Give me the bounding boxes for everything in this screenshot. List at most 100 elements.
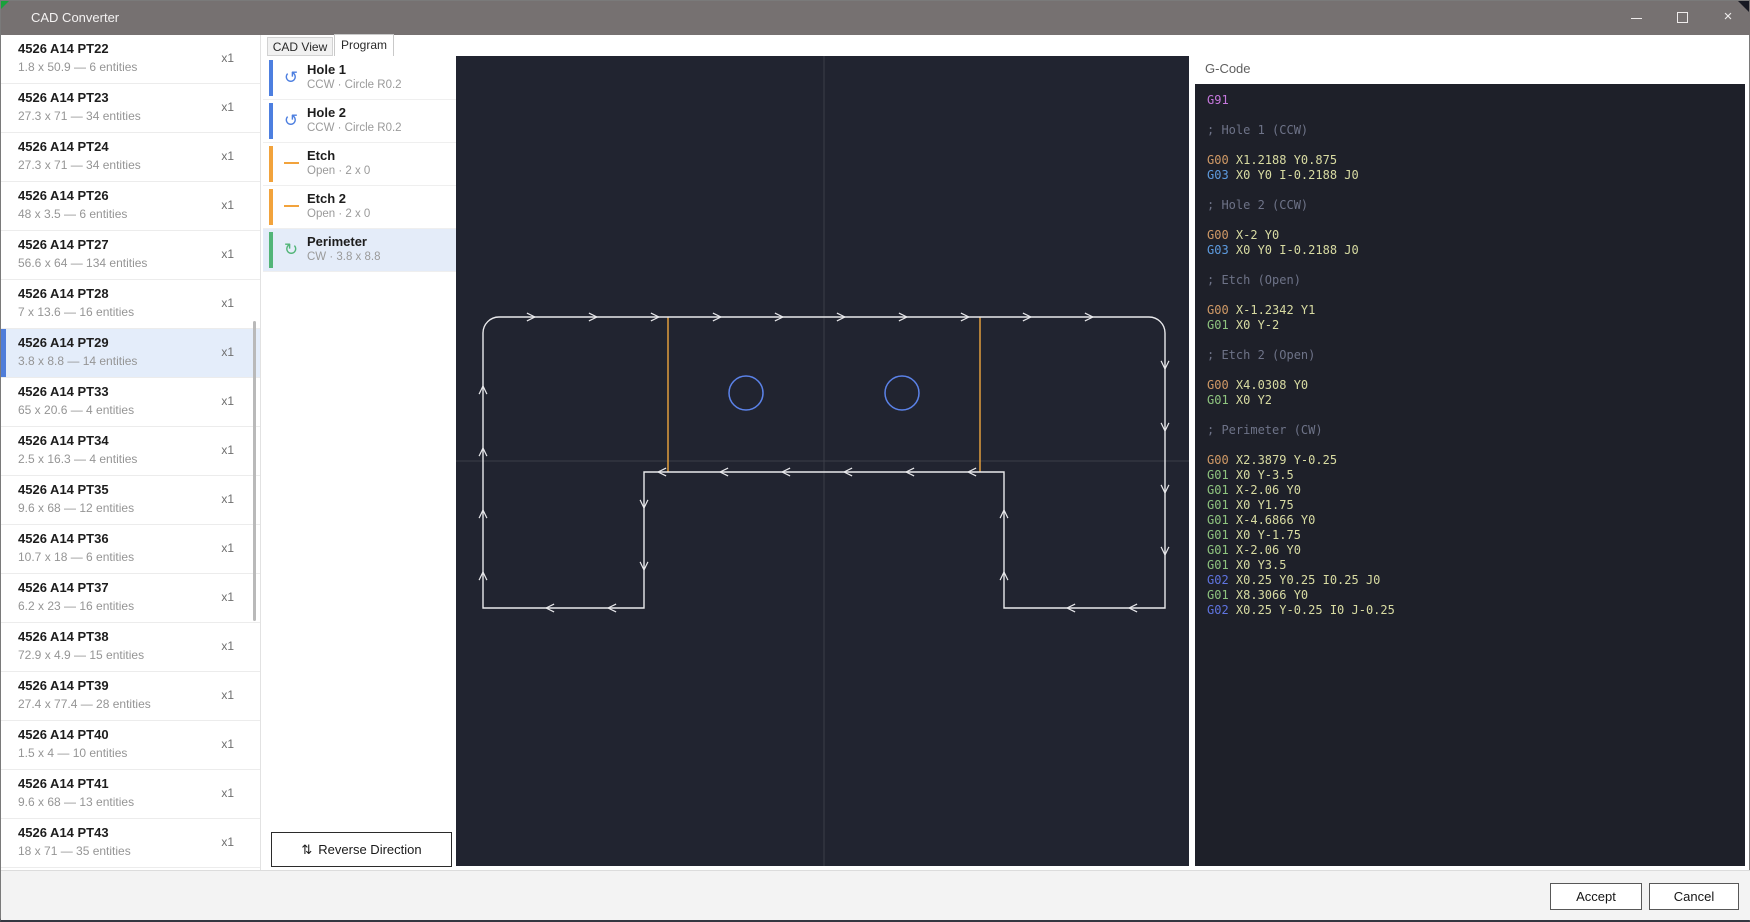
- maximize-icon: [1677, 12, 1688, 23]
- part-list-item[interactable]: 4526 A14 PT221.8 x 50.9 — 6 entitiesx1: [1, 35, 260, 84]
- gcode-line: G01 X0 Y3.5: [1207, 558, 1745, 573]
- selection-bar: [1, 35, 6, 83]
- part-list-item[interactable]: 4526 A14 PT401.5 x 4 — 10 entitiesx1: [1, 721, 260, 770]
- operation-item[interactable]: ↺Hole 1CCW · Circle R0.2: [263, 57, 456, 100]
- part-list-item[interactable]: 4526 A14 PT2327.3 x 71 — 34 entitiesx1: [1, 84, 260, 133]
- part-dims: 9.6 x 68 — 12 entities: [18, 501, 134, 515]
- part-list-item[interactable]: 4526 A14 PT419.6 x 68 — 13 entitiesx1: [1, 770, 260, 819]
- gcode-line: [1207, 213, 1745, 228]
- part-name: 4526 A14 PT35: [18, 482, 109, 497]
- parts-scrollbar[interactable]: [253, 321, 256, 621]
- part-count-badge: x1: [221, 639, 234, 653]
- gcode-line: [1207, 333, 1745, 348]
- part-dims: 6.2 x 23 — 16 entities: [18, 599, 134, 613]
- part-dims: 2.5 x 16.3 — 4 entities: [18, 452, 137, 466]
- part-dims: 1.8 x 50.9 — 6 entities: [18, 60, 137, 74]
- operation-item[interactable]: ↻PerimeterCW · 3.8 x 8.8: [263, 229, 456, 272]
- operation-item[interactable]: ↺Hole 2CCW · Circle R0.2: [263, 100, 456, 143]
- part-list-item[interactable]: 4526 A14 PT4318 x 71 — 35 entitiesx1: [1, 819, 260, 868]
- etch-line-icon: [281, 152, 301, 176]
- part-list-item[interactable]: 4526 A14 PT376.2 x 23 — 16 entitiesx1: [1, 574, 260, 623]
- selection-bar: [1, 672, 6, 720]
- part-name: 4526 A14 PT34: [18, 433, 109, 448]
- part-name: 4526 A14 PT23: [18, 90, 109, 105]
- gcode-line: G01 X0 Y1.75: [1207, 498, 1745, 513]
- reverse-direction-label: Reverse Direction: [318, 842, 421, 857]
- part-list-item[interactable]: 4526 A14 PT3610.7 x 18 — 6 entitiesx1: [1, 525, 260, 574]
- maximize-button[interactable]: [1659, 1, 1705, 35]
- part-dims: 10.7 x 18 — 6 entities: [18, 550, 134, 564]
- part-list-item[interactable]: 4526 A14 PT2756.6 x 64 — 134 entitiesx1: [1, 231, 260, 280]
- part-list-item[interactable]: 4526 A14 PT2427.3 x 71 — 34 entitiesx1: [1, 133, 260, 182]
- operation-item[interactable]: Etch 2Open · 2 x 0: [263, 186, 456, 229]
- gcode-line: G00 X2.3879 Y-0.25: [1207, 453, 1745, 468]
- part-list-item[interactable]: 4526 A14 PT34 2.5 x 16.3 — 4 entities x1: [1, 427, 260, 476]
- selection-bar: [1, 182, 6, 230]
- cad-canvas[interactable]: [456, 56, 1189, 866]
- gcode-line: [1207, 438, 1745, 453]
- part-count-badge: x1: [221, 443, 234, 457]
- gcode-line: G00 X1.2188 Y0.875: [1207, 153, 1745, 168]
- gcode-line: [1207, 363, 1745, 378]
- gcode-line: G01 X0 Y-3.5: [1207, 468, 1745, 483]
- program-panel: CAD View Program ↺Hole 1CCW · Circle R0.…: [263, 35, 456, 870]
- part-name: 4526 A14 PT29: [18, 335, 109, 350]
- part-name: 4526 A14 PT37: [18, 580, 109, 595]
- part-list-item[interactable]: 4526 A14 PT3872.9 x 4.9 — 15 entitiesx1: [1, 623, 260, 672]
- part-count-badge: x1: [221, 296, 234, 310]
- part-count-badge: x1: [221, 345, 234, 359]
- part-count-badge: x1: [221, 541, 234, 555]
- tab-cad-view[interactable]: CAD View: [267, 37, 333, 56]
- part-list-item[interactable]: 4526 A14 PT293.8 x 8.8 — 14 entitiesx1: [1, 329, 260, 378]
- gcode-line: G01 X-4.6866 Y0: [1207, 513, 1745, 528]
- part-count-badge: x1: [221, 247, 234, 261]
- operation-color-bar: [269, 232, 273, 268]
- cancel-button[interactable]: Cancel: [1649, 883, 1739, 910]
- part-name: 4526 A14 PT33: [18, 384, 109, 399]
- gcode-line: G01 X0 Y-1.75: [1207, 528, 1745, 543]
- part-list-item[interactable]: 4526 A14 PT35 9.6 x 68 — 12 entities x1: [1, 476, 260, 525]
- part-list-item[interactable]: 4526 A14 PT3365 x 20.6 — 4 entitiesx1: [1, 378, 260, 427]
- part-count-badge: x1: [221, 198, 234, 212]
- part-list-item[interactable]: 4526 A14 PT2648 x 3.5 — 6 entitiesx1: [1, 182, 260, 231]
- operation-detail: CCW · Circle R0.2: [307, 122, 402, 134]
- gcode-line: [1207, 408, 1745, 423]
- gcode-line: G01 X-2.06 Y0: [1207, 483, 1745, 498]
- minimize-button[interactable]: [1613, 1, 1659, 35]
- operation-detail: CW · 3.8 x 8.8: [307, 251, 381, 263]
- gcode-line: [1207, 258, 1745, 273]
- gcode-line: G03 X0 Y0 I-0.2188 J0: [1207, 168, 1745, 183]
- tab-program[interactable]: Program: [334, 34, 394, 56]
- part-dims: 9.6 x 68 — 13 entities: [18, 795, 134, 809]
- gcode-line: G91: [1207, 93, 1745, 108]
- part-dims: 18 x 71 — 35 entities: [18, 844, 131, 858]
- gcode-line: [1207, 288, 1745, 303]
- selection-bar: [1, 378, 6, 426]
- part-dims: 56.6 x 64 — 134 entities: [18, 256, 147, 270]
- gcode-text[interactable]: G91 ; Hole 1 (CCW) G00 X1.2188 Y0.875G03…: [1195, 84, 1745, 866]
- part-count-badge: x1: [221, 492, 234, 506]
- accept-button[interactable]: Accept: [1550, 883, 1642, 910]
- part-count-badge: x1: [221, 786, 234, 800]
- part-dims: 1.5 x 4 — 10 entities: [18, 746, 127, 760]
- selection-bar: [1, 721, 6, 769]
- window-corner-accent: [1, 1, 9, 9]
- gcode-line: G02 X0.25 Y-0.25 I0 J-0.25: [1207, 603, 1745, 618]
- reverse-direction-button[interactable]: ⇅Reverse Direction: [271, 832, 452, 867]
- selection-bar: [1, 280, 6, 328]
- close-icon: ×: [1724, 8, 1733, 25]
- gcode-line: [1207, 183, 1745, 198]
- selection-bar: [1, 770, 6, 818]
- parts-list[interactable]: 4526 A14 PT221.8 x 50.9 — 6 entitiesx1 45…: [1, 35, 261, 870]
- operation-item[interactable]: EtchOpen · 2 x 0: [263, 143, 456, 186]
- gcode-line: G01 X0 Y-2: [1207, 318, 1745, 333]
- selection-bar: [1, 329, 6, 377]
- part-list-item[interactable]: 4526 A14 PT3927.4 x 77.4 — 28 entitiesx1: [1, 672, 260, 721]
- gcode-line: ; Perimeter (CW): [1207, 423, 1745, 438]
- gcode-line: G00 X-2 Y0: [1207, 228, 1745, 243]
- part-dims: 27.4 x 77.4 — 28 entities: [18, 697, 151, 711]
- part-dims: 27.3 x 71 — 34 entities: [18, 109, 141, 123]
- part-list-item[interactable]: 4526 A14 PT287 x 13.6 — 16 entitiesx1: [1, 280, 260, 329]
- gcode-line: ; Etch (Open): [1207, 273, 1745, 288]
- ccw-arrow-icon: ↺: [281, 109, 301, 133]
